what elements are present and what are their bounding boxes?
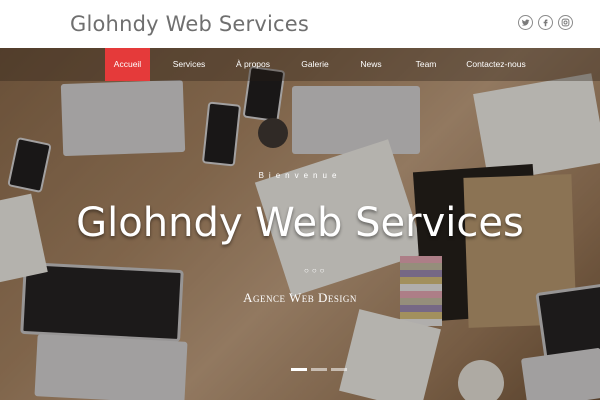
slide-indicator-1[interactable] [291, 368, 307, 371]
nav-item-news[interactable]: News [352, 48, 390, 81]
main-navigation: Accueil Services À propos Galerie News T… [0, 48, 600, 81]
twitter-icon[interactable] [518, 15, 533, 30]
hero-title: Glohndy Web Services [76, 200, 524, 246]
site-header: Glohndy Web Services [0, 0, 600, 48]
nav-item-contact[interactable]: Contactez-nous [462, 48, 530, 81]
site-logo-text[interactable]: Glohndy Web Services [70, 12, 309, 36]
hero-separator-dots: ○○○ [304, 266, 328, 275]
nav-item-a-propos[interactable]: À propos [228, 48, 278, 81]
hero-welcome-text: Bienvenue [258, 171, 342, 180]
facebook-icon[interactable] [538, 15, 553, 30]
hero-subtitle: Agence Web Design [243, 290, 357, 305]
nav-item-services[interactable]: Services [165, 48, 213, 81]
instagram-icon[interactable] [558, 15, 573, 30]
slide-indicator-2[interactable] [311, 368, 327, 371]
nav-item-team[interactable]: Team [407, 48, 445, 81]
slide-indicator-3[interactable] [331, 368, 347, 371]
nav-item-accueil[interactable]: Accueil [105, 48, 150, 81]
nav-item-galerie[interactable]: Galerie [295, 48, 335, 81]
